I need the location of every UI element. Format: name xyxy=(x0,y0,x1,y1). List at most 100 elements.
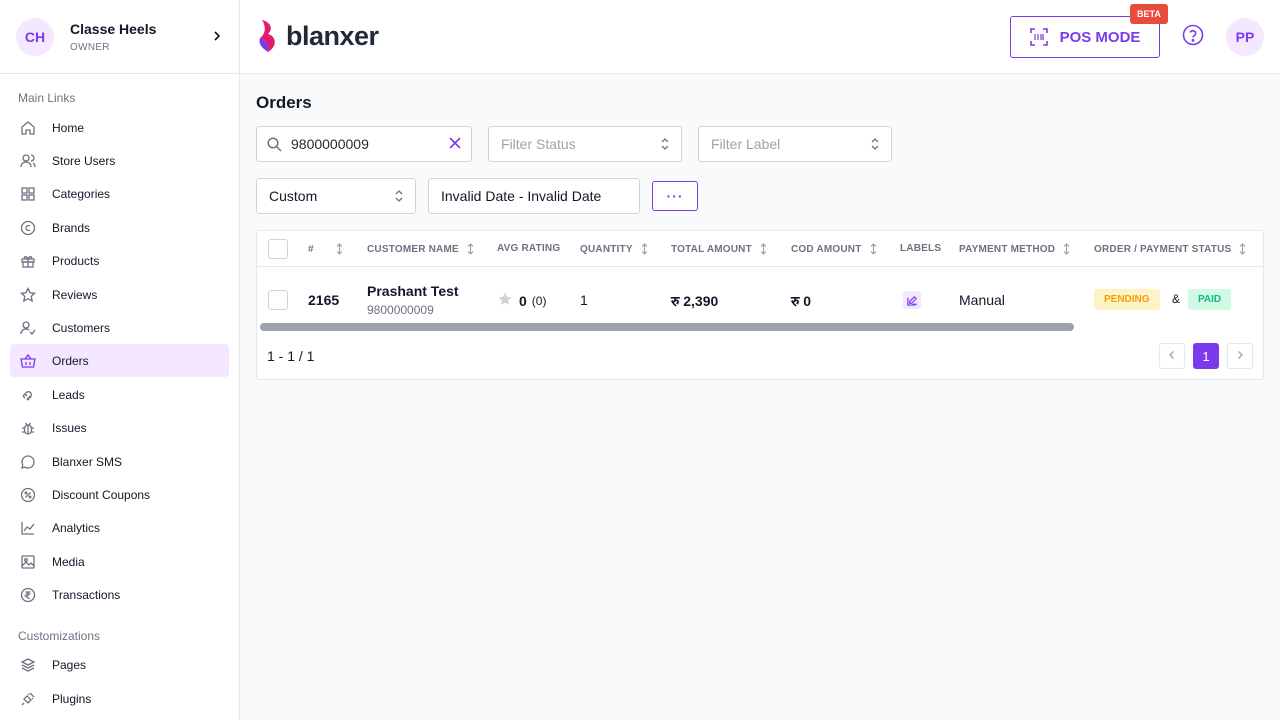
payment-status-badge: PAID xyxy=(1188,289,1232,310)
sidebar-item-label: Transactions xyxy=(52,587,121,602)
chevron-left-icon xyxy=(1168,349,1176,363)
column-header-order-payment-status[interactable]: ORDER / PAYMENT STATUS xyxy=(1094,243,1246,255)
store-switcher[interactable]: CH Classe Heels OWNER xyxy=(0,0,239,74)
sidebar-item-products[interactable]: Products xyxy=(10,244,229,277)
column-header-customer-name[interactable]: CUSTOMER NAME xyxy=(367,243,474,255)
sidebar-item-customers[interactable]: Customers xyxy=(10,311,229,344)
sidebar-item-blanxer-sms[interactable]: Blanxer SMS xyxy=(10,445,229,478)
sidebar-item-discount-coupons[interactable]: Discount Coupons xyxy=(10,478,229,511)
date-preset-select[interactable]: Custom xyxy=(256,178,416,214)
next-page-button[interactable] xyxy=(1227,343,1253,369)
sidebar-item-transactions[interactable]: Transactions xyxy=(10,578,229,611)
basket-icon xyxy=(20,353,36,369)
sort-icon xyxy=(336,243,343,255)
sidebar-item-label: Reviews xyxy=(52,287,98,302)
search-input[interactable]: 9800000009 xyxy=(291,136,369,152)
row-checkbox[interactable] xyxy=(268,290,288,310)
select-all-checkbox[interactable] xyxy=(268,239,288,259)
store-avatar: CH xyxy=(16,17,54,56)
filter-status-select[interactable]: Filter Status xyxy=(488,126,682,162)
sidebar-item-label: Blanxer SMS xyxy=(52,454,123,469)
status-joiner: & xyxy=(1172,292,1181,306)
sidebar-item-plugins[interactable]: Plugins xyxy=(10,682,229,715)
column-header-id[interactable]: # xyxy=(308,243,343,255)
sort-icon xyxy=(1239,243,1246,255)
clear-search-icon[interactable] xyxy=(449,136,461,154)
store-name: Classe Heels xyxy=(70,20,157,37)
filter-label-select[interactable]: Filter Label xyxy=(698,126,892,162)
sidebar-item-leads[interactable]: Leads xyxy=(10,378,229,411)
user-check-icon xyxy=(20,320,36,336)
filter-status-placeholder: Filter Status xyxy=(501,136,576,152)
column-header-quantity[interactable]: QUANTITY xyxy=(580,243,648,255)
store-role: OWNER xyxy=(70,41,110,53)
sidebar-item-brands[interactable]: Brands xyxy=(10,211,229,244)
customer-name[interactable]: Prashant Test xyxy=(367,283,459,299)
column-header-total-amount[interactable]: TOTAL AMOUNT xyxy=(671,243,767,255)
column-header-labels: LABELS xyxy=(900,243,942,254)
sidebar-item-categories[interactable]: Categories xyxy=(10,177,229,210)
sidebar-item-label: Orders xyxy=(52,353,89,368)
sidebar-item-label: Home xyxy=(52,120,85,135)
discount-icon xyxy=(20,487,36,503)
rating-count: (0) xyxy=(531,293,547,308)
blanxer-logo[interactable]: blanxer xyxy=(256,18,379,54)
sort-icon xyxy=(760,243,767,255)
sidebar-item-label: Plugins xyxy=(52,691,92,706)
scan-icon xyxy=(1029,28,1048,46)
rating-star-icon xyxy=(497,291,513,310)
sort-icon xyxy=(467,243,474,255)
column-header-payment-method[interactable]: PAYMENT METHOD xyxy=(959,243,1070,255)
sidebar-item-label: Products xyxy=(52,253,100,268)
sidebar-item-home[interactable]: Home xyxy=(10,111,229,144)
sidebar-item-analytics[interactable]: Analytics xyxy=(10,511,229,544)
users-icon xyxy=(20,153,36,169)
horizontal-scrollbar[interactable] xyxy=(260,323,1074,331)
help-icon[interactable] xyxy=(1182,24,1204,46)
chevron-right-icon xyxy=(211,29,223,45)
sidebar-item-label: Issues xyxy=(52,420,87,435)
sidebar-item-label: Customers xyxy=(52,320,111,335)
sidebar-item-label: Leads xyxy=(52,387,85,402)
select-arrows-icon xyxy=(661,137,669,152)
date-preset-value: Custom xyxy=(269,188,318,204)
sidebar-item-label: Pages xyxy=(52,657,87,672)
prev-page-button[interactable] xyxy=(1159,343,1185,369)
sidebar-item-label: Store Users xyxy=(52,153,116,168)
chevron-right-icon xyxy=(1236,349,1244,363)
pos-mode-label: POS MODE xyxy=(1059,28,1141,46)
sort-icon xyxy=(870,243,877,255)
sidebar-section-main: Main Links xyxy=(18,91,76,105)
user-avatar[interactable]: PP xyxy=(1226,18,1264,56)
copyright-icon xyxy=(20,220,36,236)
more-options-button[interactable]: ··· xyxy=(652,181,698,211)
date-range-value: Invalid Date - Invalid Date xyxy=(441,188,602,204)
sidebar-item-media[interactable]: Media xyxy=(10,545,229,578)
rating-value: 0 xyxy=(519,292,527,309)
quantity: 1 xyxy=(580,292,588,308)
column-header-avg-rating: AVG RATING xyxy=(497,243,561,254)
order-status-badge: PENDING xyxy=(1094,289,1160,310)
sidebar-item-store-users[interactable]: Store Users xyxy=(10,144,229,177)
sidebar-item-orders[interactable]: Orders xyxy=(10,344,229,377)
sidebar-item-reviews[interactable]: Reviews xyxy=(10,278,229,311)
star-icon xyxy=(20,286,36,303)
blanxer-logo-mark-icon xyxy=(259,20,275,52)
beta-badge: BETA xyxy=(1130,4,1168,24)
sidebar-item-issues[interactable]: Issues xyxy=(10,411,229,444)
rupee-icon xyxy=(20,587,36,603)
sidebar-item-label: Media xyxy=(52,554,85,569)
edit-label-icon[interactable] xyxy=(903,291,921,309)
search-field[interactable]: 9800000009 xyxy=(256,126,472,162)
select-arrows-icon xyxy=(395,189,403,204)
sort-icon xyxy=(641,243,648,255)
page-button-current[interactable]: 1 xyxy=(1193,343,1219,369)
order-id[interactable]: 2165 xyxy=(308,292,339,308)
date-range-input[interactable]: Invalid Date - Invalid Date xyxy=(428,178,640,214)
sidebar-item-label: Discount Coupons xyxy=(52,487,151,502)
sidebar-item-pages[interactable]: Pages xyxy=(10,648,229,681)
orders-table: # CUSTOMER NAME AVG RATING QUANTITY TOTA… xyxy=(256,230,1264,380)
table-header: # CUSTOMER NAME AVG RATING QUANTITY TOTA… xyxy=(257,231,1263,267)
column-header-cod-amount[interactable]: COD AMOUNT xyxy=(791,243,877,255)
bug-icon xyxy=(20,420,36,436)
